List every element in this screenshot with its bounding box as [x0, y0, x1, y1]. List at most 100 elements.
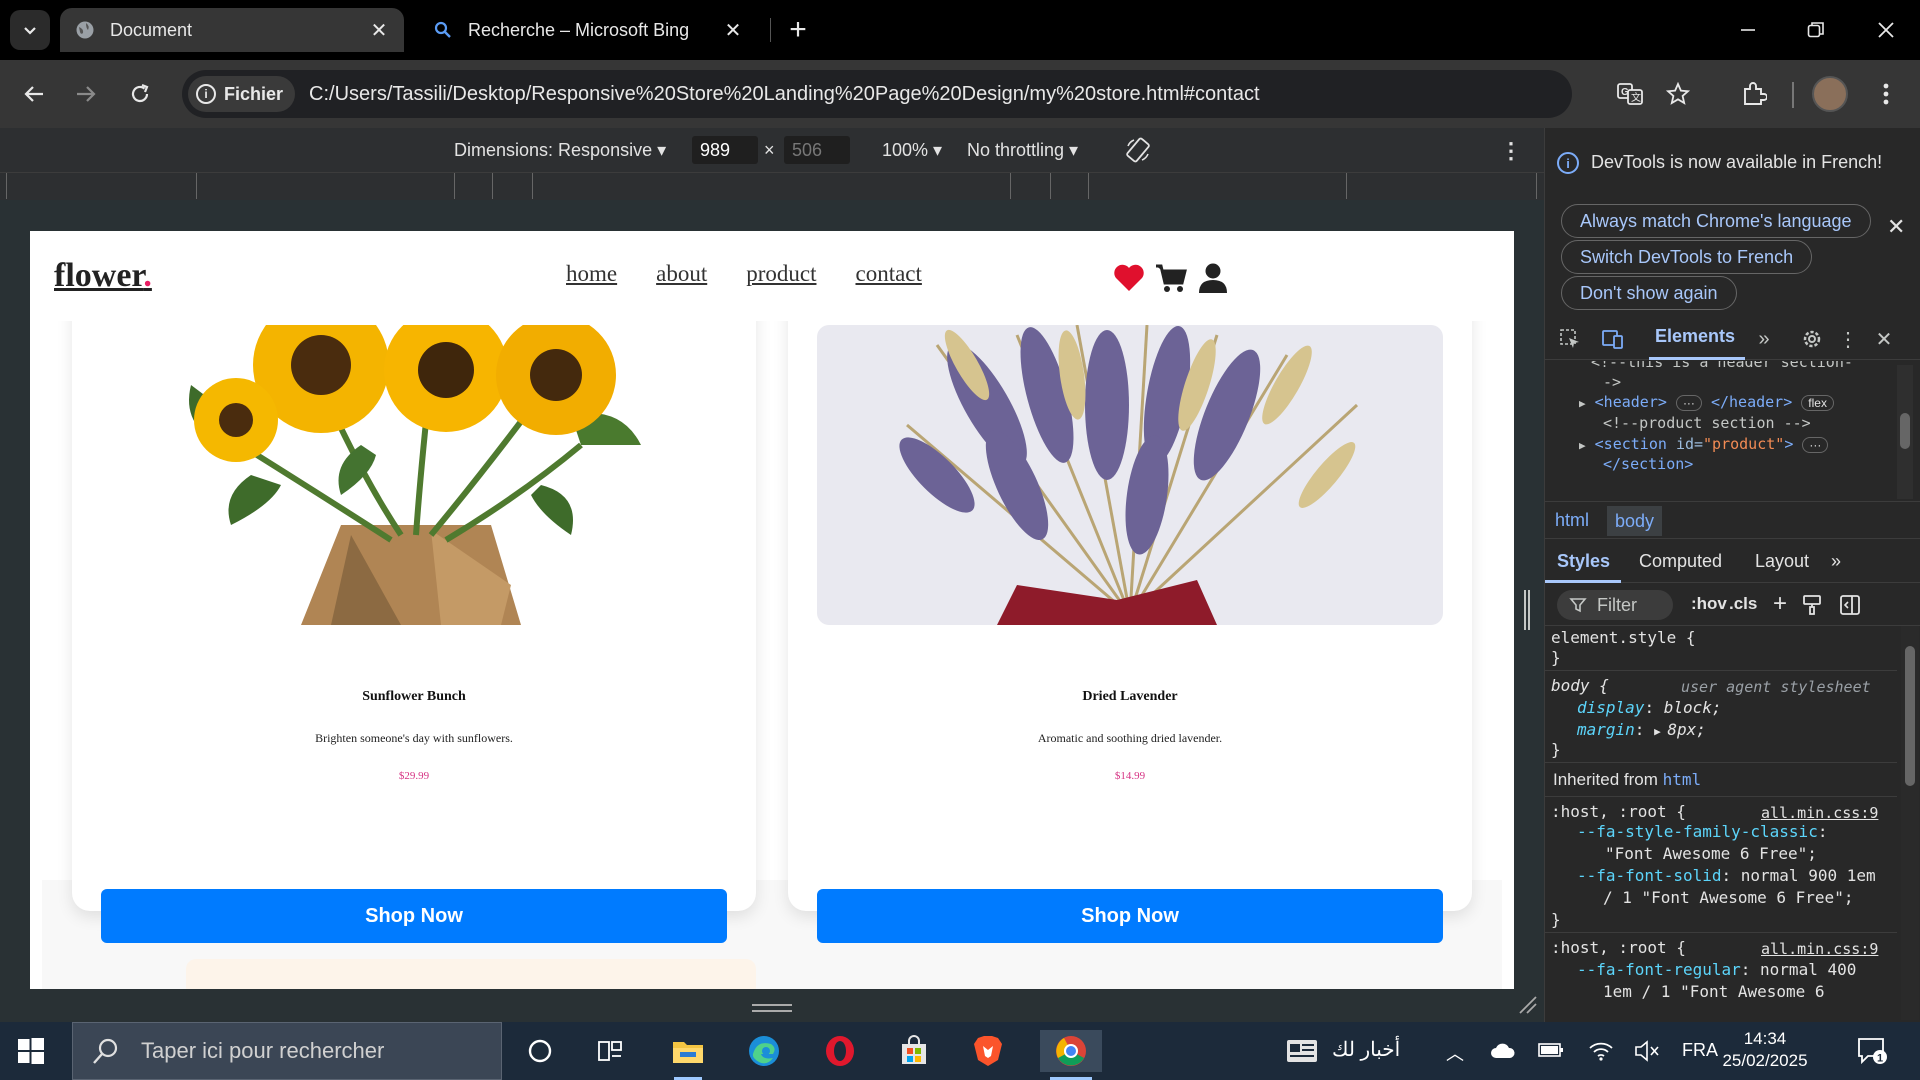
- css-declaration[interactable]: --fa-font-regular: normal 400: [1577, 960, 1856, 979]
- close-icon[interactable]: ✕: [1887, 214, 1905, 240]
- device-toggle-icon[interactable]: [1599, 326, 1625, 352]
- cortana-button[interactable]: [516, 1030, 564, 1072]
- tab-search-button[interactable]: [10, 10, 50, 50]
- tab-elements[interactable]: Elements: [1655, 326, 1735, 347]
- taskbar-clock[interactable]: 14:34 25/02/2025: [1720, 1028, 1810, 1072]
- inspect-element-icon[interactable]: [1557, 326, 1583, 352]
- profile-avatar[interactable]: [1812, 76, 1848, 112]
- edge-button[interactable]: [740, 1030, 788, 1072]
- devtools-menu-icon[interactable]: ⋮: [1835, 326, 1861, 352]
- reload-button[interactable]: [120, 74, 160, 114]
- more-subtabs-icon[interactable]: »: [1831, 551, 1841, 572]
- ellipsis-badge[interactable]: ···: [1675, 395, 1702, 411]
- menu-kebab-icon[interactable]: [1866, 74, 1906, 114]
- paint-brush-icon[interactable]: [1801, 594, 1823, 616]
- switch-to-french-button[interactable]: Switch DevTools to French: [1561, 240, 1813, 274]
- css-declaration[interactable]: display: block;: [1577, 698, 1722, 717]
- url-text[interactable]: C:/Users/Tassili/Desktop/Responsive%20St…: [309, 83, 1260, 106]
- nav-link-home[interactable]: home: [566, 261, 617, 287]
- task-view-button[interactable]: [586, 1030, 634, 1072]
- brave-button[interactable]: [964, 1030, 1012, 1072]
- wifi-icon[interactable]: [1588, 1038, 1614, 1062]
- close-window-button[interactable]: [1856, 8, 1916, 52]
- hov-toggle[interactable]: :hov: [1691, 594, 1727, 614]
- windows-start-icon[interactable]: [18, 1038, 44, 1064]
- viewport-height-input[interactable]: 506: [784, 136, 850, 164]
- ellipsis-badge[interactable]: ···: [1802, 437, 1829, 453]
- body-selector[interactable]: body {: [1551, 676, 1609, 695]
- nav-link-about[interactable]: about: [656, 261, 707, 287]
- scrollbar-thumb[interactable]: [1900, 413, 1910, 449]
- user-icon[interactable]: [1196, 261, 1230, 295]
- taskbar-search-box[interactable]: Taper ici pour rechercher: [72, 1022, 502, 1080]
- add-rule-icon[interactable]: +: [1773, 590, 1787, 618]
- css-declaration[interactable]: --fa-style-family-classic:: [1577, 822, 1827, 841]
- bookmark-star-icon[interactable]: [1658, 74, 1698, 114]
- close-devtools-icon[interactable]: ✕: [1871, 326, 1897, 352]
- dont-show-again-button[interactable]: Don't show again: [1561, 276, 1737, 310]
- nav-link-product[interactable]: product: [746, 261, 816, 287]
- notification-center-icon[interactable]: 1: [1856, 1036, 1888, 1066]
- extensions-icon[interactable]: [1734, 74, 1774, 114]
- devtools-split-handle[interactable]: [1522, 590, 1532, 630]
- nav-link-contact[interactable]: contact: [855, 261, 921, 287]
- shop-now-button[interactable]: Shop Now: [817, 889, 1443, 943]
- settings-gear-icon[interactable]: [1799, 326, 1825, 352]
- element-style-selector[interactable]: element.style {: [1551, 628, 1696, 647]
- tab-styles[interactable]: Styles: [1557, 551, 1610, 572]
- breadcrumb-html[interactable]: html: [1555, 510, 1589, 531]
- news-widget-icon[interactable]: [1286, 1038, 1318, 1064]
- file-explorer-button[interactable]: [664, 1030, 712, 1080]
- host-root-selector[interactable]: :host, :root {: [1551, 802, 1686, 821]
- tab-bing[interactable]: Recherche – Microsoft Bing ✕: [418, 8, 758, 52]
- tab-layout[interactable]: Layout: [1755, 551, 1809, 572]
- minimize-button[interactable]: [1718, 8, 1778, 52]
- speaker-muted-icon[interactable]: [1634, 1039, 1660, 1063]
- cart-icon[interactable]: [1154, 261, 1188, 295]
- new-tab-button[interactable]: +: [780, 12, 816, 48]
- host-root-selector[interactable]: :host, :root {: [1551, 938, 1686, 957]
- translate-icon[interactable]: G文: [1610, 74, 1650, 114]
- more-tabs-icon[interactable]: »: [1751, 326, 1777, 352]
- viewport-resize-handle[interactable]: [752, 1002, 792, 1014]
- tab-document[interactable]: Document ✕: [60, 8, 404, 52]
- rotate-icon[interactable]: [1124, 136, 1152, 164]
- close-tab-icon[interactable]: ✕: [368, 19, 390, 42]
- throttling-dropdown[interactable]: No throttling ▾: [967, 140, 1078, 161]
- cls-toggle[interactable]: .cls: [1729, 594, 1757, 614]
- news-widget-label[interactable]: أخبار لك: [1332, 1037, 1400, 1062]
- styles-scrollbar[interactable]: [1901, 626, 1919, 1020]
- onedrive-cloud-icon[interactable]: [1490, 1042, 1516, 1060]
- zoom-dropdown[interactable]: 100% ▾: [882, 140, 942, 161]
- always-match-language-button[interactable]: Always match Chrome's language: [1561, 204, 1871, 238]
- css-declaration[interactable]: margin: ▶ 8px;: [1577, 720, 1706, 739]
- forward-button[interactable]: [66, 74, 106, 114]
- chrome-button[interactable]: [1040, 1030, 1102, 1080]
- site-info-chip[interactable]: i Fichier: [188, 76, 296, 112]
- opera-button[interactable]: [816, 1030, 864, 1072]
- inherited-from-link[interactable]: html: [1663, 770, 1702, 789]
- flex-badge[interactable]: flex: [1801, 395, 1834, 411]
- site-logo[interactable]: flower.: [54, 257, 152, 295]
- restore-button[interactable]: [1786, 8, 1846, 52]
- battery-icon[interactable]: [1538, 1042, 1564, 1058]
- viewport-width-input[interactable]: 989: [692, 136, 758, 164]
- stylesheet-source-link[interactable]: all.min.css:9: [1761, 940, 1878, 958]
- tab-computed[interactable]: Computed: [1639, 551, 1722, 572]
- css-declaration[interactable]: --fa-font-solid: normal 900 1em: [1577, 866, 1876, 885]
- device-more-icon[interactable]: ⋮: [1500, 138, 1522, 164]
- sidebar-toggle-icon[interactable]: [1839, 594, 1861, 616]
- dom-node-header[interactable]: ▶ <header> ··· </header> flex: [1579, 393, 1834, 411]
- dimensions-dropdown[interactable]: Dimensions: Responsive ▾: [454, 140, 666, 161]
- dom-scrollbar[interactable]: [1897, 365, 1913, 499]
- close-tab-icon[interactable]: ✕: [722, 19, 744, 42]
- dom-node-section[interactable]: ▶ <section id="product"> ···: [1579, 435, 1829, 453]
- address-bar[interactable]: i Fichier C:/Users/Tassili/Desktop/Respo…: [182, 70, 1572, 118]
- chevron-up-icon[interactable]: ︿: [1446, 1040, 1464, 1066]
- scrollbar-thumb[interactable]: [1905, 646, 1915, 786]
- shop-now-button[interactable]: Shop Now: [101, 889, 727, 943]
- viewport-corner-resize-handle[interactable]: [1518, 995, 1538, 1015]
- microsoft-store-button[interactable]: [890, 1030, 938, 1072]
- heart-icon[interactable]: [1112, 261, 1146, 295]
- back-button[interactable]: [14, 74, 54, 114]
